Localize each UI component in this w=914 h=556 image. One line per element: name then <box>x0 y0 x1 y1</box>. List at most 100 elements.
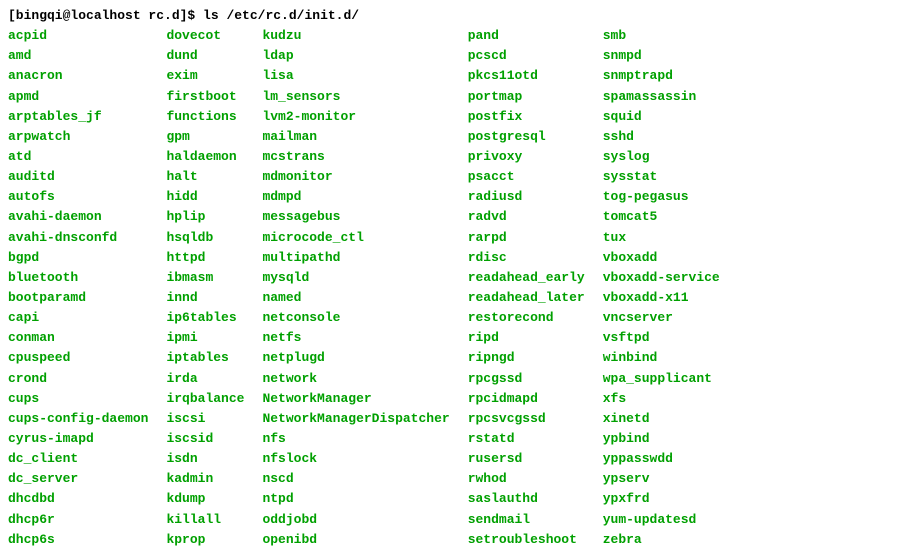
ls-entry: vsftpd <box>603 328 720 348</box>
ls-entry: NetworkManagerDispatcher <box>262 409 449 429</box>
ls-entry: sshd <box>603 127 720 147</box>
ls-entry: saslauthd <box>468 489 585 509</box>
ls-entry: squid <box>603 107 720 127</box>
ls-entry: ntpd <box>262 489 449 509</box>
ls-entry: cpuspeed <box>8 348 148 368</box>
ls-entry: sendmail <box>468 510 585 530</box>
ls-entry: hsqldb <box>166 228 244 248</box>
ls-entry: avahi-dnsconfd <box>8 228 148 248</box>
ls-entry: auditd <box>8 167 148 187</box>
ls-entry: haldaemon <box>166 147 244 167</box>
ls-entry: irqbalance <box>166 389 244 409</box>
ls-entry: oddjobd <box>262 510 449 530</box>
ls-entry: openibd <box>262 530 449 550</box>
ls-column-4: pandpcscdpkcs11otdportmappostfixpostgres… <box>468 26 603 550</box>
ls-entry: winbind <box>603 348 720 368</box>
ls-entry: lvm2-monitor <box>262 107 449 127</box>
ls-entry: yum-updatesd <box>603 510 720 530</box>
ls-entry: ldap <box>262 46 449 66</box>
ls-entry: httpd <box>166 248 244 268</box>
ls-entry: lisa <box>262 66 449 86</box>
ls-entry: bluetooth <box>8 268 148 288</box>
ls-entry: rwhod <box>468 469 585 489</box>
ls-entry: apmd <box>8 87 148 107</box>
ls-entry: dovecot <box>166 26 244 46</box>
ls-entry: dc_client <box>8 449 148 469</box>
ls-entry: vboxadd <box>603 248 720 268</box>
ls-entry: mailman <box>262 127 449 147</box>
ls-entry: readahead_later <box>468 288 585 308</box>
ls-entry: pand <box>468 26 585 46</box>
ls-entry: tomcat5 <box>603 207 720 227</box>
ls-entry: tux <box>603 228 720 248</box>
ls-column-3: kudzuldaplisalm_sensorslvm2-monitormailm… <box>262 26 467 550</box>
ls-entry: killall <box>166 510 244 530</box>
ls-entry: rdisc <box>468 248 585 268</box>
ls-entry: innd <box>166 288 244 308</box>
ls-entry: network <box>262 369 449 389</box>
ls-entry: portmap <box>468 87 585 107</box>
ls-entry: pkcs11otd <box>468 66 585 86</box>
ls-entry: kudzu <box>262 26 449 46</box>
ls-entry: netplugd <box>262 348 449 368</box>
ls-entry: iscsid <box>166 429 244 449</box>
ls-entry: nfslock <box>262 449 449 469</box>
ls-entry: restorecond <box>468 308 585 328</box>
prompt-prefix: [bingqi@localhost rc.d]$ <box>8 8 195 23</box>
ls-entry: kdump <box>166 489 244 509</box>
ls-entry: ip6tables <box>166 308 244 328</box>
ls-entry: avahi-daemon <box>8 207 148 227</box>
ls-entry: vboxadd-x11 <box>603 288 720 308</box>
ls-entry: snmpd <box>603 46 720 66</box>
ls-entry: dhcp6s <box>8 530 148 550</box>
ls-entry: nfs <box>262 429 449 449</box>
ls-column-2: dovecotdundeximfirstbootfunctionsgpmhald… <box>166 26 262 550</box>
ls-entry: zebra <box>603 530 720 550</box>
ls-entry: isdn <box>166 449 244 469</box>
shell-prompt-line: [bingqi@localhost rc.d]$ ls /etc/rc.d/in… <box>8 6 906 26</box>
ls-entry: xinetd <box>603 409 720 429</box>
ls-column-5: smbsnmpdsnmptrapdspamassassinsquidsshdsy… <box>603 26 720 550</box>
ls-entry: rstatd <box>468 429 585 449</box>
ls-entry: hidd <box>166 187 244 207</box>
ls-entry: spamassassin <box>603 87 720 107</box>
ls-entry: firstboot <box>166 87 244 107</box>
prompt-command: ls /etc/rc.d/init.d/ <box>203 8 359 23</box>
ls-entry: netconsole <box>262 308 449 328</box>
ls-entry: readahead_early <box>468 268 585 288</box>
ls-entry: mcstrans <box>262 147 449 167</box>
ls-entry: autofs <box>8 187 148 207</box>
ls-entry: smb <box>603 26 720 46</box>
ls-entry: psacct <box>468 167 585 187</box>
ls-output: acpidamdanacronapmdarptables_jfarpwatcha… <box>8 26 906 550</box>
ls-entry: ypserv <box>603 469 720 489</box>
ls-entry: conman <box>8 328 148 348</box>
ls-entry: nscd <box>262 469 449 489</box>
ls-entry: snmptrapd <box>603 66 720 86</box>
ls-entry: ypbind <box>603 429 720 449</box>
ls-entry: iscsi <box>166 409 244 429</box>
ls-entry: dhcp6r <box>8 510 148 530</box>
ls-entry: vboxadd-service <box>603 268 720 288</box>
ls-entry: atd <box>8 147 148 167</box>
ls-entry: mdmpd <box>262 187 449 207</box>
ls-entry: functions <box>166 107 244 127</box>
ls-entry: dhcdbd <box>8 489 148 509</box>
ls-entry: yppasswdd <box>603 449 720 469</box>
ls-entry: xfs <box>603 389 720 409</box>
ls-entry: kadmin <box>166 469 244 489</box>
ls-entry: syslog <box>603 147 720 167</box>
ls-entry: dc_server <box>8 469 148 489</box>
ls-entry: multipathd <box>262 248 449 268</box>
ls-entry: rpcgssd <box>468 369 585 389</box>
ls-entry: ripd <box>468 328 585 348</box>
ls-entry: arpwatch <box>8 127 148 147</box>
ls-entry: radvd <box>468 207 585 227</box>
ls-entry: cyrus-imapd <box>8 429 148 449</box>
ls-entry: bootparamd <box>8 288 148 308</box>
ls-entry: netfs <box>262 328 449 348</box>
ls-entry: postgresql <box>468 127 585 147</box>
ls-entry: ripngd <box>468 348 585 368</box>
ls-entry: rpcidmapd <box>468 389 585 409</box>
ls-entry: cups <box>8 389 148 409</box>
